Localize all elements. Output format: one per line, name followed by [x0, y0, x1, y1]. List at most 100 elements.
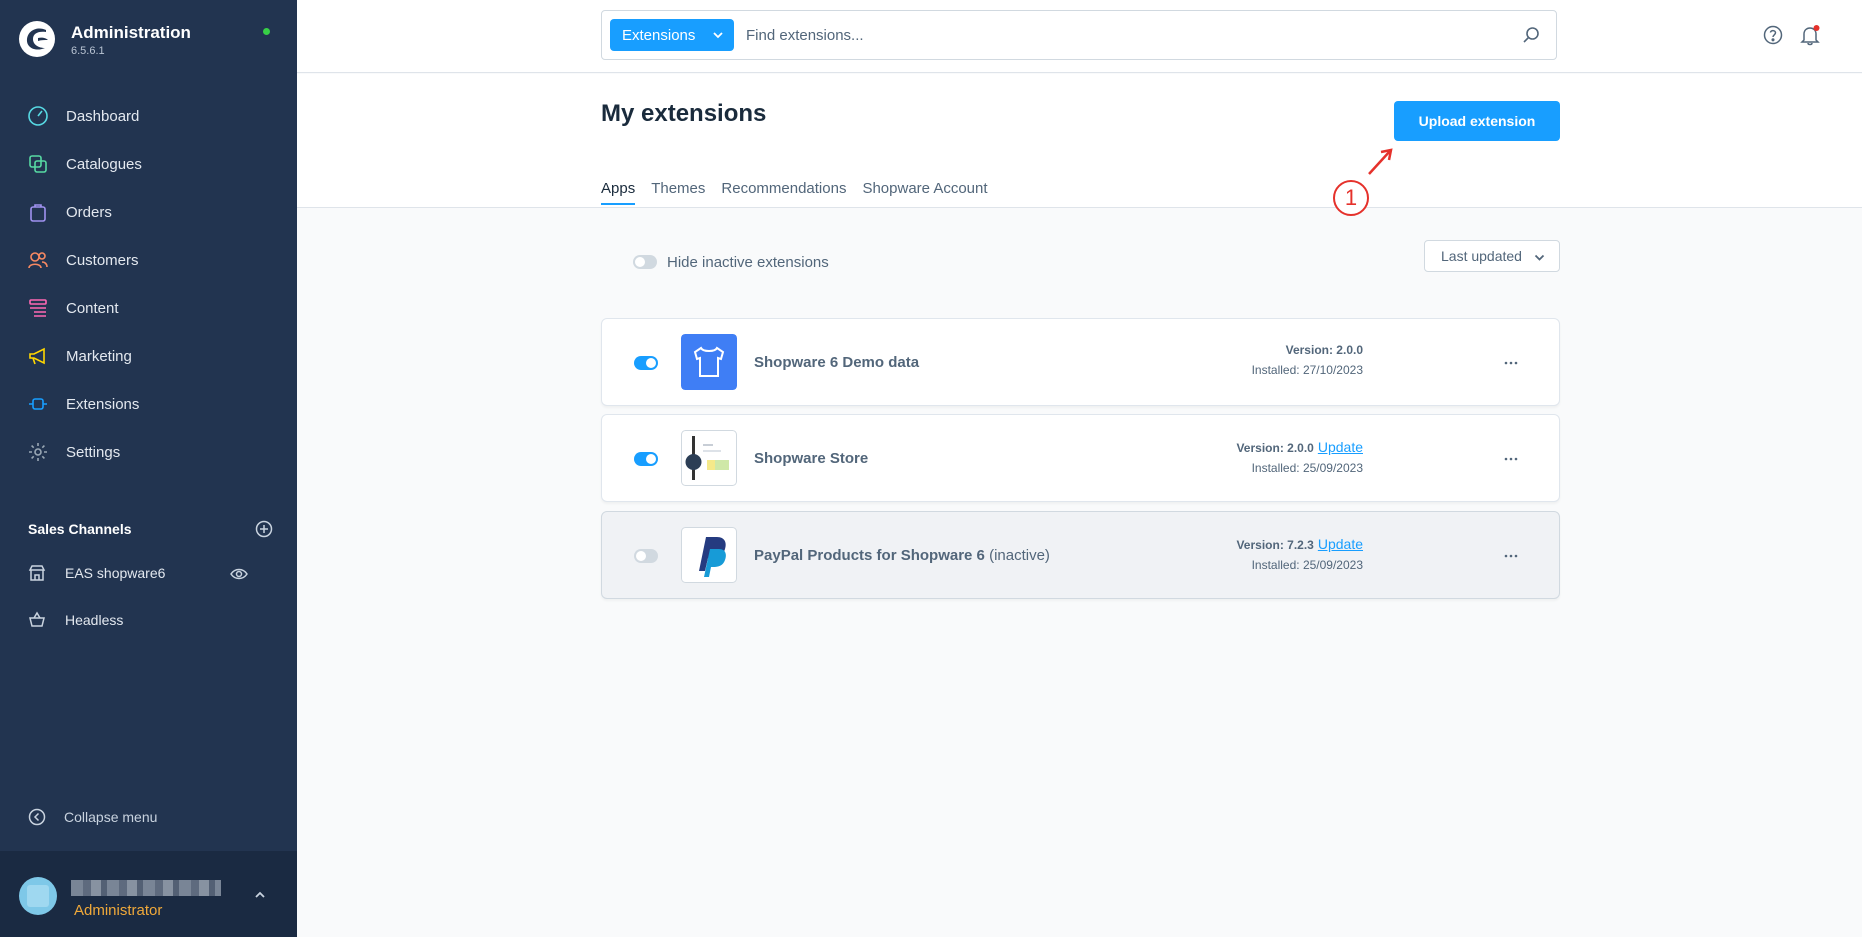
nav-label: Catalogues — [66, 155, 142, 173]
annotation-arrow-icon — [1368, 148, 1393, 175]
extension-version: Version: 2.0.0 — [1285, 343, 1363, 357]
nav-item-extensions[interactable]: Extensions — [0, 380, 297, 428]
chevron-up-icon[interactable] — [254, 889, 266, 901]
dashboard-icon — [28, 106, 48, 126]
chevron-down-icon — [1534, 254, 1545, 261]
help-icon[interactable] — [1763, 25, 1783, 45]
main-nav: Dashboard Catalogues Orders Customers Co… — [0, 92, 297, 476]
avatar — [19, 877, 57, 915]
extension-update-link[interactable]: Update — [1318, 439, 1363, 455]
tshirt-icon — [681, 334, 737, 390]
nav-label: Extensions — [66, 395, 140, 413]
nav-label: Orders — [66, 203, 112, 221]
upload-extension-button[interactable]: Upload extension — [1394, 101, 1560, 141]
extension-active-toggle[interactable] — [634, 549, 658, 563]
online-status-dot — [263, 28, 270, 35]
search-type-label: Extensions — [622, 26, 696, 44]
extension-active-toggle[interactable] — [634, 356, 658, 370]
search-icon[interactable] — [1522, 26, 1540, 44]
more-options-icon[interactable] — [1503, 355, 1519, 371]
nav-item-dashboard[interactable]: Dashboard — [0, 92, 297, 140]
sales-channel-item-headless[interactable]: Headless — [0, 597, 297, 643]
sidebar-header: Administration 6.5.6.1 — [0, 0, 297, 80]
extension-card-demo-data: Shopware 6 Demo data Version: 2.0.0 Inst… — [601, 318, 1560, 406]
tab-shopware-account[interactable]: Shopware Account — [862, 180, 987, 205]
user-role: Administrator — [74, 902, 163, 919]
nav-label: Dashboard — [66, 107, 140, 125]
extension-name: PayPal Products for Shopware 6 — [754, 547, 985, 564]
extension-inactive-label: (inactive) — [989, 547, 1050, 564]
tab-apps[interactable]: Apps — [601, 180, 636, 205]
sales-channels-title: Sales Channels — [28, 521, 132, 537]
top-bar: Extensions — [297, 0, 1862, 73]
extension-version: Version: 7.2.3 — [1236, 538, 1314, 552]
extension-installed-date: Installed: 25/09/2023 — [1251, 461, 1363, 475]
search-input[interactable] — [746, 21, 1506, 49]
nav-label: Content — [66, 299, 119, 317]
eye-icon[interactable] — [230, 565, 248, 583]
app-title: Administration — [71, 23, 191, 42]
hide-inactive-toggle[interactable] — [633, 255, 657, 269]
content-icon — [29, 299, 47, 317]
shopping-bag-icon — [30, 204, 46, 222]
tab-themes[interactable]: Themes — [651, 180, 705, 205]
tab-recommendations[interactable]: Recommendations — [721, 180, 846, 205]
sales-channel-item-eas-shopware6[interactable]: EAS shopware6 — [0, 550, 297, 596]
extension-installed-date: Installed: 25/09/2023 — [1251, 558, 1363, 572]
collapse-menu-button[interactable]: Collapse menu — [28, 808, 157, 826]
sales-channel-label: Headless — [65, 612, 124, 628]
extension-meta: Version: 2.0.0 Installed: 27/10/2023 — [1252, 343, 1363, 377]
search-type-dropdown[interactable]: Extensions — [610, 19, 734, 51]
content-header: My extensions Upload extension Apps Them… — [297, 74, 1862, 208]
user-name-redacted — [71, 880, 221, 896]
more-options-icon[interactable] — [1503, 548, 1519, 564]
sidebar: Administration 6.5.6.1 Dashboard Catalog… — [0, 0, 297, 937]
collapse-menu-label: Collapse menu — [64, 809, 158, 825]
extension-meta: Version: 2.0.0 Update Installed: 25/09/20… — [1236, 439, 1363, 475]
sales-channel-label: EAS shopware6 — [65, 565, 166, 581]
app-version: 6.5.6.1 — [71, 45, 105, 57]
collapse-icon — [28, 808, 46, 826]
nav-item-customers[interactable]: Customers — [0, 236, 297, 284]
extension-active-toggle[interactable] — [634, 452, 658, 466]
extension-version-row: Version: 7.2.3 Update — [1236, 536, 1363, 552]
store-app-icon — [681, 430, 737, 486]
nav-item-catalogues[interactable]: Catalogues — [0, 140, 297, 188]
nav-item-settings[interactable]: Settings — [0, 428, 297, 476]
page-title: My extensions — [601, 100, 767, 127]
nav-item-orders[interactable]: Orders — [0, 188, 297, 236]
customers-icon — [28, 252, 48, 269]
catalogue-icon — [29, 155, 47, 173]
extension-version: Version: 2.0.0 — [1236, 441, 1314, 455]
extension-name-row: PayPal Products for Shopware 6 (inactive… — [754, 547, 1050, 564]
extension-update-link[interactable]: Update — [1318, 536, 1363, 552]
extension-card-shopware-store: Shopware Store Version: 2.0.0 Update Inst… — [601, 414, 1560, 502]
hide-inactive-label: Hide inactive extensions — [667, 254, 829, 271]
shopware-logo-icon[interactable] — [18, 20, 56, 58]
tab-bar: Apps Themes Recommendations Shopware Acc… — [601, 180, 1004, 205]
gear-icon — [29, 443, 47, 461]
annotation-marker: 1 — [1333, 180, 1369, 216]
user-panel[interactable]: Administrator — [0, 851, 297, 937]
nav-label: Settings — [66, 443, 121, 461]
nav-label: Marketing — [66, 347, 132, 365]
sort-select[interactable]: Last updated — [1424, 240, 1560, 272]
plug-icon — [29, 398, 47, 410]
search-bar: Extensions — [601, 10, 1557, 60]
extension-meta: Version: 7.2.3 Update Installed: 25/09/20… — [1236, 536, 1363, 572]
megaphone-icon — [29, 347, 45, 365]
nav-label: Customers — [66, 251, 139, 269]
sort-select-label: Last updated — [1441, 248, 1522, 264]
chevron-down-icon — [713, 32, 723, 39]
more-options-icon[interactable] — [1503, 451, 1519, 467]
extension-installed-date: Installed: 27/10/2023 — [1251, 363, 1363, 377]
notification-bell-icon[interactable] — [1799, 24, 1821, 46]
sales-channels-header: Sales Channels — [28, 518, 273, 540]
add-sales-channel-icon[interactable] — [255, 520, 273, 538]
nav-item-marketing[interactable]: Marketing — [0, 332, 297, 380]
extension-name: Shopware 6 Demo data — [754, 354, 920, 371]
basket-icon — [29, 611, 45, 627]
storefront-icon — [28, 565, 46, 581]
extension-name: Shopware Store — [754, 450, 869, 467]
nav-item-content[interactable]: Content — [0, 284, 297, 332]
